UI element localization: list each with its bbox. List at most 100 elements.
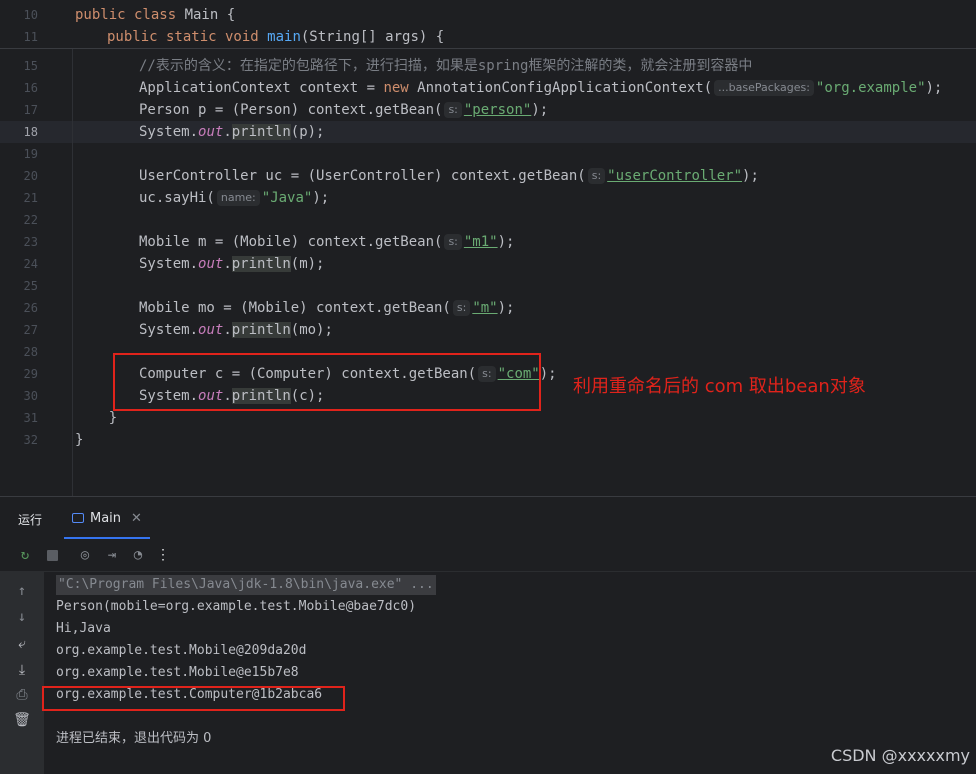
line-number: 17 xyxy=(23,103,38,117)
parameter-hint: ...basePackages: xyxy=(714,80,814,96)
code-line[interactable]: 26 Mobile mo = (Mobile) context.getBean(… xyxy=(0,297,976,319)
indent-guide xyxy=(72,48,73,496)
code-text: ); xyxy=(312,190,330,206)
wrap-icon[interactable]: ⤶ xyxy=(12,634,32,654)
code-line[interactable]: 10 public class Main { xyxy=(0,4,976,26)
code-text: ); xyxy=(497,234,515,250)
gauge-icon[interactable]: ◔ xyxy=(128,545,148,565)
parameter-hint: s: xyxy=(444,102,462,118)
line-number: 24 xyxy=(23,257,38,271)
tab-main[interactable]: Main ✕ xyxy=(64,503,150,539)
line-number: 15 xyxy=(23,59,38,73)
string-literal: "userController" xyxy=(607,168,743,184)
code-text: AnnotationConfigApplicationContext( xyxy=(408,80,713,96)
code-text: Mobile mo = (Mobile) context.getBean( xyxy=(139,300,451,316)
parameter-hint: s: xyxy=(444,234,462,250)
code-text: ); xyxy=(742,168,759,184)
code-text: ); xyxy=(531,102,549,118)
line-number: 23 xyxy=(23,235,38,249)
up-arrow-icon[interactable]: ↑ xyxy=(12,581,32,601)
sticky-scroll-header[interactable]: 10 public class Main { 11 public static … xyxy=(0,0,976,49)
code-line[interactable]: 21 uc.sayHi(name: "Java"); xyxy=(0,187,976,209)
rerun-icon[interactable]: ↻ xyxy=(15,545,35,565)
window-icon xyxy=(72,513,84,523)
console-line: org.example.test.Mobile@209da20d xyxy=(56,643,307,658)
line-number: 21 xyxy=(23,191,38,205)
line-number: 20 xyxy=(23,169,38,183)
run-panel[interactable]: 运行 Main ✕ ↻ ◎ ⇥ ◔ ⋮ ↑ ↓ ⤶ ⤓ ⎙ 🗑 "C:\Prog… xyxy=(0,496,976,774)
code-line[interactable]: 15 //表示的含义：在指定的包路径下，进行扫描，如果是spring框架的注解的… xyxy=(0,55,976,77)
code-line[interactable]: 19 xyxy=(0,143,976,165)
console-line: org.example.test.Mobile@e15b7e8 xyxy=(56,665,299,680)
code-line[interactable]: 17 Person p = (Person) context.getBean(s… xyxy=(0,99,976,121)
console-line: Person(mobile=org.example.test.Mobile@ba… xyxy=(56,599,417,614)
code-text: Mobile m = (Mobile) context.getBean( xyxy=(139,234,443,250)
line-number: 16 xyxy=(23,81,38,95)
stop-icon[interactable] xyxy=(42,545,62,565)
keyword: new xyxy=(383,80,409,96)
highlight-box xyxy=(113,353,541,411)
code-text: System. xyxy=(139,322,199,338)
code-text: System. xyxy=(139,124,199,140)
console-output[interactable]: "C:\Program Files\Java\jdk-1.8\bin\java.… xyxy=(44,572,976,774)
print-icon[interactable]: ⎙ xyxy=(12,685,32,705)
run-panel-title: 运行 xyxy=(18,513,43,527)
line-number: 25 xyxy=(23,279,38,293)
method-name: println xyxy=(231,322,291,338)
highlight-box xyxy=(42,686,345,711)
more-icon[interactable]: ⋮ xyxy=(153,545,173,565)
code-comment: //表示的含义：在指定的包路径下，进行扫描，如果是spring框架的注解的类，就… xyxy=(139,58,753,74)
code-text: (m); xyxy=(290,256,325,272)
string-literal: "Java" xyxy=(261,190,313,206)
static-field: out xyxy=(198,256,224,272)
run-tabbar: 运行 Main ✕ xyxy=(0,497,976,539)
code-line[interactable]: 16 ApplicationContext context = new Anno… xyxy=(0,77,976,99)
code-text: ); xyxy=(925,80,943,96)
console-sidebar: ↑ ↓ ⤶ ⤓ ⎙ 🗑 xyxy=(0,572,44,774)
console-line: "C:\Program Files\Java\jdk-1.8\bin\java.… xyxy=(56,575,436,595)
code-text: . xyxy=(223,322,232,338)
parameter-hint: s: xyxy=(452,300,471,316)
code-text: Person p = (Person) context.getBean( xyxy=(139,102,443,118)
line-number: 11 xyxy=(23,30,38,44)
method-name: println xyxy=(231,256,291,272)
code-line[interactable]: 20 UserController uc = (UserController) … xyxy=(0,165,976,187)
code-text: . xyxy=(223,256,232,272)
code-line[interactable]: 23 Mobile m = (Mobile) context.getBean(s… xyxy=(0,231,976,253)
line-number: 18 xyxy=(23,125,38,139)
code-text: UserController uc = (UserController) con… xyxy=(139,168,586,184)
run-toolbar: ↻ ◎ ⇥ ◔ ⋮ xyxy=(0,539,976,572)
code-line-current[interactable]: 18 System.out.println(p); xyxy=(0,121,976,143)
static-field: out xyxy=(198,322,224,338)
line-number: 31 xyxy=(23,411,38,425)
down-arrow-icon[interactable]: ↓ xyxy=(12,607,32,627)
line-number: 29 xyxy=(23,367,38,381)
camera-icon[interactable]: ◎ xyxy=(75,545,95,565)
line-number: 27 xyxy=(23,323,38,337)
static-field: out xyxy=(198,124,224,140)
close-icon[interactable]: ✕ xyxy=(131,511,142,526)
string-literal: "m1" xyxy=(463,234,498,250)
code-line[interactable]: 22 xyxy=(0,209,976,231)
import-icon[interactable]: ⇥ xyxy=(102,545,122,565)
string-literal: "person" xyxy=(463,102,532,118)
line-number: 30 xyxy=(23,389,38,403)
line-number: 10 xyxy=(23,8,38,22)
code-line[interactable]: 24 System.out.println(m); xyxy=(0,253,976,275)
code-text: ); xyxy=(539,366,557,382)
code-line[interactable]: 32 } xyxy=(0,429,976,451)
trash-icon[interactable]: 🗑 xyxy=(12,710,32,730)
code-line[interactable]: 27 System.out.println(mo); xyxy=(0,319,976,341)
watermark: CSDN @xxxxxmy xyxy=(830,746,970,765)
code-text: (mo); xyxy=(290,322,333,338)
code-line[interactable]: 25 xyxy=(0,275,976,297)
string-literal: "m" xyxy=(472,300,498,316)
code-text: } xyxy=(75,432,84,448)
tab-label: Main xyxy=(90,510,122,526)
code-text: ApplicationContext context = xyxy=(139,80,384,96)
code-editor[interactable]: 15 //表示的含义：在指定的包路径下，进行扫描，如果是spring框架的注解的… xyxy=(0,0,976,496)
code-line[interactable]: 11 public static void main(String[] args… xyxy=(0,26,976,48)
code-text: } xyxy=(75,410,118,426)
code-text: . xyxy=(223,124,232,140)
scroll-to-end-icon[interactable]: ⤓ xyxy=(12,660,32,680)
